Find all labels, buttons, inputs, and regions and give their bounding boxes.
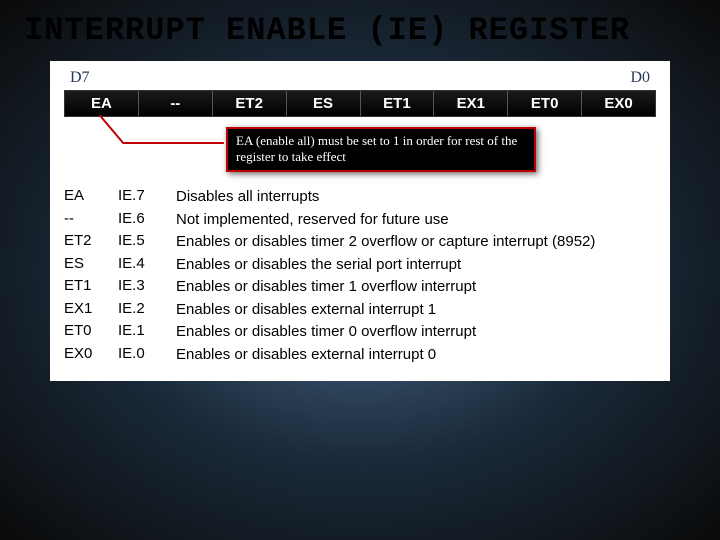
bit-cell: IE.5 (118, 232, 176, 249)
table-row: EA IE.7 Disables all interrupts (64, 187, 656, 207)
msb-label: D7 (70, 69, 90, 87)
table-row: ET2 IE.5 Enables or disables timer 2 ove… (64, 232, 656, 252)
sym-cell: -- (64, 210, 118, 227)
desc-cell: Enables or disables external interrupt 1 (176, 300, 656, 320)
bit-2-cell: EX1 (434, 91, 508, 116)
bit-cell: IE.3 (118, 277, 176, 294)
table-row: ES IE.4 Enables or disables the serial p… (64, 255, 656, 275)
desc-cell: Enables or disables timer 1 overflow int… (176, 277, 656, 297)
table-row: EX0 IE.0 Enables or disables external in… (64, 345, 656, 365)
sym-cell: ES (64, 255, 118, 272)
callout-area: EA (enable all) must be set to 1 in orde… (64, 117, 656, 165)
bit-cell: IE.7 (118, 187, 176, 204)
bit-6-cell: -- (139, 91, 213, 116)
bit-cell: IE.2 (118, 300, 176, 317)
ea-callout: EA (enable all) must be set to 1 in orde… (226, 127, 536, 172)
sym-cell: ET1 (64, 277, 118, 294)
bit-cell: IE.4 (118, 255, 176, 272)
bit-0-cell: EX0 (582, 91, 655, 116)
bit-endcaps: D7 D0 (64, 69, 656, 90)
desc-cell: Not implemented, reserved for future use (176, 210, 656, 230)
bit-7-cell: EA (65, 91, 139, 116)
sym-cell: ET2 (64, 232, 118, 249)
bit-4-cell: ES (287, 91, 361, 116)
sym-cell: EA (64, 187, 118, 204)
bit-cell: IE.1 (118, 322, 176, 339)
sym-cell: EX0 (64, 345, 118, 362)
desc-cell: Enables or disables the serial port inte… (176, 255, 656, 275)
sym-cell: ET0 (64, 322, 118, 339)
bit-5-cell: ET2 (213, 91, 287, 116)
bit-cell: IE.6 (118, 210, 176, 227)
page-title: INTERRUPT ENABLE (IE) REGISTER (0, 0, 720, 57)
table-row: ET0 IE.1 Enables or disables timer 0 ove… (64, 322, 656, 342)
register-byte: EA -- ET2 ES ET1 EX1 ET0 EX0 (64, 90, 656, 117)
table-row: EX1 IE.2 Enables or disables external in… (64, 300, 656, 320)
bit-1-cell: ET0 (508, 91, 582, 116)
desc-cell: Enables or disables timer 2 overflow or … (176, 232, 656, 252)
bit-description-table: EA IE.7 Disables all interrupts -- IE.6 … (64, 187, 656, 364)
table-row: ET1 IE.3 Enables or disables timer 1 ove… (64, 277, 656, 297)
table-row: -- IE.6 Not implemented, reserved for fu… (64, 210, 656, 230)
sym-cell: EX1 (64, 300, 118, 317)
desc-cell: Disables all interrupts (176, 187, 656, 207)
bit-cell: IE.0 (118, 345, 176, 362)
content-panel: D7 D0 EA -- ET2 ES ET1 EX1 ET0 EX0 EA (e… (50, 61, 670, 381)
bit-3-cell: ET1 (361, 91, 435, 116)
desc-cell: Enables or disables timer 0 overflow int… (176, 322, 656, 342)
lsb-label: D0 (630, 69, 650, 87)
desc-cell: Enables or disables external interrupt 0 (176, 345, 656, 365)
